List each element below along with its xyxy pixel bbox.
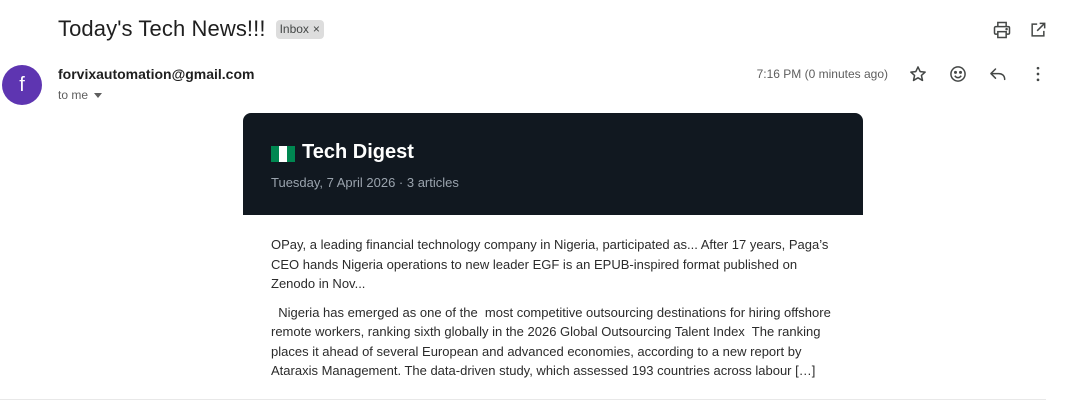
digest-title-row: Tech Digest <box>271 141 835 164</box>
remove-label-icon[interactable]: × <box>313 22 320 36</box>
recipient-text: to me <box>58 88 89 102</box>
article-paragraph: Nigeria has emerged as one of the most c… <box>271 304 835 379</box>
digest-subtitle: Tuesday, 7 April 2026 · 3 articles <box>271 175 459 190</box>
digest-header: Tech Digest Tuesday, 7 April 2026 · 3 ar… <box>243 113 863 215</box>
label-text: Inbox <box>279 22 309 36</box>
more-vert-icon[interactable] <box>1028 64 1048 84</box>
article-paragraph: OPay, a leading financial technology com… <box>271 237 829 291</box>
message-meta: 7:16 PM (0 minutes ago) <box>757 64 1048 84</box>
digest-card: Tech Digest Tuesday, 7 April 2026 · 3 ar… <box>243 113 863 390</box>
chevron-down-icon[interactable] <box>94 92 103 98</box>
reply-icon[interactable] <box>988 64 1008 84</box>
star-icon[interactable] <box>908 64 928 84</box>
nigeria-flag-icon <box>271 145 295 162</box>
open-in-new-window-icon[interactable] <box>1028 20 1048 40</box>
print-icon[interactable] <box>992 20 1012 40</box>
recipient-details[interactable]: to me <box>58 88 103 102</box>
emoji-icon[interactable] <box>948 64 968 84</box>
top-actions <box>992 20 1048 40</box>
timestamp: 7:16 PM (0 minutes ago) <box>756 67 888 81</box>
email-subject: Today's Tech News!!! <box>58 16 266 41</box>
inbox-label-chip[interactable]: Inbox × <box>275 19 324 39</box>
sender-email[interactable]: forvixautomation@gmail.com <box>58 66 254 82</box>
subject-row: Today's Tech News!!! Inbox × <box>58 16 324 42</box>
divider <box>0 399 1046 400</box>
avatar[interactable]: f <box>2 65 42 105</box>
digest-title: Tech Digest <box>302 141 414 163</box>
digest-body: OPay, a leading financial technology com… <box>243 215 863 381</box>
